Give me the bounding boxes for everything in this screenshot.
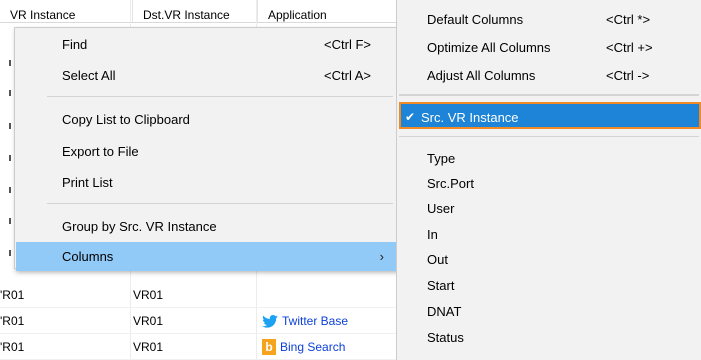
application-cell[interactable]: Twitter Base xyxy=(262,309,412,333)
row-marker xyxy=(9,155,11,161)
submenu-item-label: Src. VR Instance xyxy=(421,110,519,125)
submenu-item-shortcut: <Ctrl -> xyxy=(606,68,650,83)
submenu-item-label: Status xyxy=(427,330,464,345)
columns-submenu: Default Columns <Ctrl *> Optimize All Co… xyxy=(396,0,701,360)
twitter-icon xyxy=(262,314,278,328)
submenu-item-type[interactable]: Type xyxy=(397,145,701,172)
menu-item-label: Columns xyxy=(62,249,114,264)
row-marker xyxy=(9,90,11,96)
menu-item-columns[interactable]: Columns › xyxy=(16,242,396,271)
menu-item-label: Group by Src. VR Instance xyxy=(62,219,217,234)
submenu-item-shortcut: <Ctrl *> xyxy=(606,12,651,27)
row-marker xyxy=(9,218,11,224)
menu-item-label: Export to File xyxy=(62,144,139,159)
checkmark-icon: ✔ xyxy=(405,110,416,124)
submenu-item-src-vr-instance[interactable]: ✔ Src. VR Instance xyxy=(399,102,701,129)
src-vr-cell: 'R01 xyxy=(0,314,25,328)
submenu-item-dnat[interactable]: DNAT xyxy=(397,298,701,325)
submenu-item-label: Out xyxy=(427,252,448,267)
submenu-item-adjust-all-columns[interactable]: Adjust All Columns <Ctrl -> xyxy=(397,62,701,89)
menu-item-export-to-file[interactable]: Export to File xyxy=(15,137,397,167)
dst-vr-cell: VR01 xyxy=(133,340,164,354)
menu-item-label: Print List xyxy=(62,175,113,190)
application-label: Bing Search xyxy=(280,340,346,354)
submenu-item-src-port[interactable]: Src.Port xyxy=(397,170,701,197)
src-vr-cell: 'R01 xyxy=(0,340,25,354)
dst-vr-cell: VR01 xyxy=(133,314,164,328)
submenu-item-label: Default Columns xyxy=(427,12,524,27)
menu-item-shortcut: <Ctrl A> xyxy=(324,68,371,83)
application-cell xyxy=(262,283,412,307)
chevron-right-icon: › xyxy=(379,249,384,264)
header-dst-vr-instance[interactable]: Dst.VR Instance xyxy=(133,0,258,22)
table-row[interactable]: 'R01 VR01 b Bing Search xyxy=(0,335,412,360)
menu-item-find[interactable]: Find <Ctrl F> xyxy=(15,30,397,60)
submenu-item-user[interactable]: User xyxy=(397,195,701,222)
submenu-item-shortcut: <Ctrl +> xyxy=(606,40,653,55)
context-menu: Find <Ctrl F> Select All <Ctrl A> Copy L… xyxy=(14,27,398,271)
menu-item-copy-list[interactable]: Copy List to Clipboard xyxy=(15,105,397,135)
bing-icon: b xyxy=(262,339,276,355)
submenu-item-status[interactable]: Status xyxy=(397,324,701,351)
menu-item-shortcut: <Ctrl F> xyxy=(324,37,371,52)
row-marker xyxy=(9,187,11,193)
menu-item-label: Copy List to Clipboard xyxy=(62,112,190,127)
table-header: VR Instance Dst.VR Instance Application xyxy=(0,0,412,23)
row-marker xyxy=(9,250,11,256)
submenu-item-label: Optimize All Columns xyxy=(427,40,551,55)
submenu-item-label: User xyxy=(427,201,455,216)
submenu-item-label: Type xyxy=(427,151,456,166)
menu-item-group-by[interactable]: Group by Src. VR Instance xyxy=(15,212,397,242)
application-cell[interactable]: b Bing Search xyxy=(262,335,412,359)
submenu-separator xyxy=(399,94,699,96)
submenu-item-label: Src.Port xyxy=(427,176,474,191)
table-row[interactable]: 'R01 VR01 Twitter Base xyxy=(0,309,412,334)
submenu-item-start[interactable]: Start xyxy=(397,272,701,299)
menu-separator xyxy=(47,96,393,97)
submenu-item-label: In xyxy=(427,227,438,242)
application-label: Twitter Base xyxy=(282,314,349,328)
submenu-item-default-columns[interactable]: Default Columns <Ctrl *> xyxy=(397,6,701,33)
dst-vr-cell: VR01 xyxy=(133,288,164,302)
menu-item-label: Find xyxy=(62,37,88,52)
submenu-item-label: Adjust All Columns xyxy=(427,68,536,83)
submenu-item-out[interactable]: Out xyxy=(397,246,701,273)
submenu-item-label: Start xyxy=(427,278,455,293)
submenu-item-label: DNAT xyxy=(427,304,462,319)
row-marker xyxy=(9,60,11,66)
submenu-item-in[interactable]: In xyxy=(397,221,701,248)
submenu-item-optimize-all-columns[interactable]: Optimize All Columns <Ctrl +> xyxy=(397,34,701,61)
menu-item-print-list[interactable]: Print List xyxy=(15,168,397,198)
header-application[interactable]: Application xyxy=(258,0,412,22)
menu-item-label: Select All xyxy=(62,68,116,83)
table-row[interactable]: 'R01 VR01 xyxy=(0,283,412,308)
row-marker xyxy=(9,123,11,129)
menu-item-select-all[interactable]: Select All <Ctrl A> xyxy=(15,61,397,91)
src-vr-cell: 'R01 xyxy=(0,288,25,302)
menu-separator xyxy=(47,203,393,204)
submenu-separator xyxy=(399,136,699,137)
header-src-vr-instance[interactable]: VR Instance xyxy=(0,0,133,22)
